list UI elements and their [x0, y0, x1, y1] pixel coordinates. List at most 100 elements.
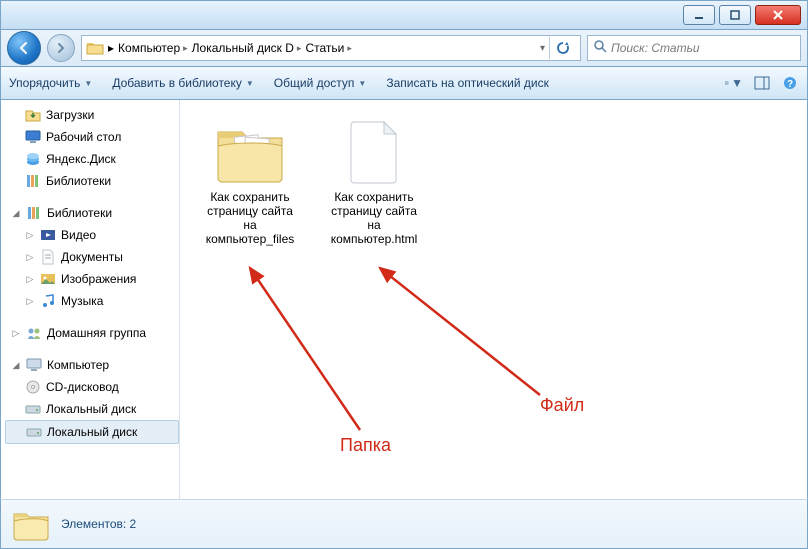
file-list[interactable]: Как сохранить страницу сайта на компьюте… — [180, 100, 807, 499]
breadcrumb-item[interactable]: Статьи▸ — [305, 41, 351, 55]
music-icon — [40, 293, 56, 309]
help-button[interactable]: ? — [781, 74, 799, 92]
chevron-down-icon: ▼ — [358, 79, 366, 88]
tree-item-music[interactable]: ▷ Музыка — [5, 290, 179, 312]
nav-forward-button[interactable] — [47, 34, 75, 62]
tree-label: Изображения — [61, 272, 136, 286]
breadcrumb-label: Компьютер — [118, 41, 180, 55]
dropdown-icon[interactable]: ▾ — [540, 43, 545, 54]
search-placeholder: Поиск: Статьи — [611, 41, 700, 55]
preview-pane-button[interactable] — [753, 74, 771, 92]
details-pane: Элементов: 2 — [0, 499, 808, 549]
tree-item-libraries[interactable]: Библиотеки — [5, 170, 179, 192]
include-in-library-button[interactable]: Добавить в библиотеку ▼ — [112, 76, 253, 90]
breadcrumb-label: Локальный диск D — [192, 41, 294, 55]
share-with-button[interactable]: Общий доступ ▼ — [274, 76, 367, 90]
minimize-button[interactable] — [683, 5, 715, 25]
expand-icon[interactable]: ◢ — [11, 360, 21, 371]
homegroup-icon — [26, 325, 42, 341]
tree-item-homegroup[interactable]: ▷ Домашняя группа — [5, 322, 179, 344]
libraries-icon — [25, 173, 41, 189]
close-button[interactable] — [755, 5, 801, 25]
chevron-right-icon: ▸ — [183, 43, 188, 54]
organize-button[interactable]: Упорядочить ▼ — [9, 76, 92, 90]
window-titlebar — [0, 0, 808, 30]
expand-icon[interactable]: ▷ — [11, 328, 21, 339]
file-item-html[interactable]: Как сохранить страницу сайта на компьюте… — [324, 116, 424, 246]
tree-item-drive[interactable]: Локальный диск — [5, 398, 179, 420]
desktop-icon — [25, 129, 41, 145]
tree-label: CD-дисковод — [46, 380, 119, 394]
address-bar[interactable]: ▸ Компьютер▸ Локальный диск D▸ Статьи▸ ▾ — [81, 35, 581, 61]
tree-item-downloads[interactable]: Загрузки — [5, 104, 179, 126]
expand-icon[interactable]: ◢ — [11, 208, 21, 219]
maximize-button[interactable] — [719, 5, 751, 25]
folder-icon — [210, 116, 290, 188]
tree-item-documents[interactable]: ▷ Документы — [5, 246, 179, 268]
tree-label: Музыка — [61, 294, 103, 308]
status-text: Элементов: 2 — [61, 517, 136, 531]
burn-button[interactable]: Записать на оптический диск — [386, 76, 549, 90]
file-item-label: Как сохранить страницу сайта на компьюте… — [200, 190, 300, 246]
tree-item-computer[interactable]: ◢ Компьютер — [5, 354, 179, 376]
view-options-button[interactable]: ▼ — [725, 74, 743, 92]
annotation-label-file: Файл — [540, 395, 584, 416]
breadcrumb-item[interactable]: Компьютер▸ — [118, 41, 188, 55]
burn-label: Записать на оптический диск — [386, 76, 549, 90]
chevron-right-icon: ▸ — [347, 43, 352, 54]
pictures-icon — [40, 271, 56, 287]
tree-label: Библиотеки — [46, 174, 111, 188]
disc-icon — [25, 379, 41, 395]
search-input[interactable]: Поиск: Статьи — [587, 35, 801, 61]
tree-item-yandex-disk[interactable]: Яндекс.Диск — [5, 148, 179, 170]
expand-icon[interactable]: ▷ — [25, 296, 35, 307]
tree-label: Компьютер — [47, 358, 109, 372]
downloads-icon — [25, 107, 41, 123]
expand-icon[interactable]: ▷ — [25, 252, 35, 263]
svg-text:?: ? — [787, 79, 793, 90]
tree-item-pictures[interactable]: ▷ Изображения — [5, 268, 179, 290]
include-label: Добавить в библиотеку — [112, 76, 242, 90]
annotation-arrow — [240, 260, 380, 440]
refresh-button[interactable] — [549, 37, 576, 59]
tree-item-drive-selected[interactable]: Локальный диск — [5, 420, 179, 444]
file-item-folder[interactable]: Как сохранить страницу сайта на компьюте… — [200, 116, 300, 246]
navigation-pane: Загрузки Рабочий стол Яндекс.Диск Библио… — [1, 100, 180, 499]
command-bar: Упорядочить ▼ Добавить в библиотеку ▼ Об… — [0, 67, 808, 100]
drive-icon — [26, 424, 42, 440]
file-icon — [334, 116, 414, 188]
tree-label: Домашняя группа — [47, 326, 146, 340]
expand-icon[interactable]: ▷ — [25, 274, 35, 285]
tree-label: Локальный диск — [46, 402, 136, 416]
tree-item-videos[interactable]: ▷Видео — [5, 224, 179, 246]
tree-label: Локальный диск — [47, 425, 137, 439]
computer-icon — [26, 357, 42, 373]
address-row: ▸ Компьютер▸ Локальный диск D▸ Статьи▸ ▾… — [0, 30, 808, 67]
tree-label: Библиотеки — [47, 206, 112, 220]
chevron-down-icon: ▼ — [84, 79, 92, 88]
tree-item-desktop[interactable]: Рабочий стол — [5, 126, 179, 148]
yandex-disk-icon — [25, 151, 41, 167]
tree-label: Яндекс.Диск — [46, 152, 116, 166]
video-icon — [40, 227, 56, 243]
breadcrumb-item[interactable]: Локальный диск D▸ — [192, 41, 302, 55]
organize-label: Упорядочить — [9, 76, 80, 90]
drive-icon — [25, 401, 41, 417]
documents-icon — [40, 249, 56, 265]
nav-back-button[interactable] — [7, 31, 41, 65]
tree-label: Документы — [61, 250, 123, 264]
annotation-arrow — [370, 260, 550, 410]
tree-item-libraries-root[interactable]: ◢ Библиотеки — [5, 202, 179, 224]
folder-icon — [86, 40, 104, 56]
libraries-icon — [26, 205, 42, 221]
annotation-label-folder: Папка — [340, 435, 391, 456]
tree-item-cdrom[interactable]: CD-дисковод — [5, 376, 179, 398]
folder-icon — [11, 506, 51, 542]
tree-label: Загрузки — [46, 108, 94, 122]
chevron-right-icon: ▸ — [108, 41, 114, 55]
chevron-right-icon: ▸ — [297, 43, 302, 54]
expand-icon[interactable]: ▷ — [25, 230, 35, 241]
file-item-label: Как сохранить страницу сайта на компьюте… — [324, 190, 424, 246]
search-icon — [594, 40, 607, 56]
breadcrumb-label: Статьи — [305, 41, 344, 55]
